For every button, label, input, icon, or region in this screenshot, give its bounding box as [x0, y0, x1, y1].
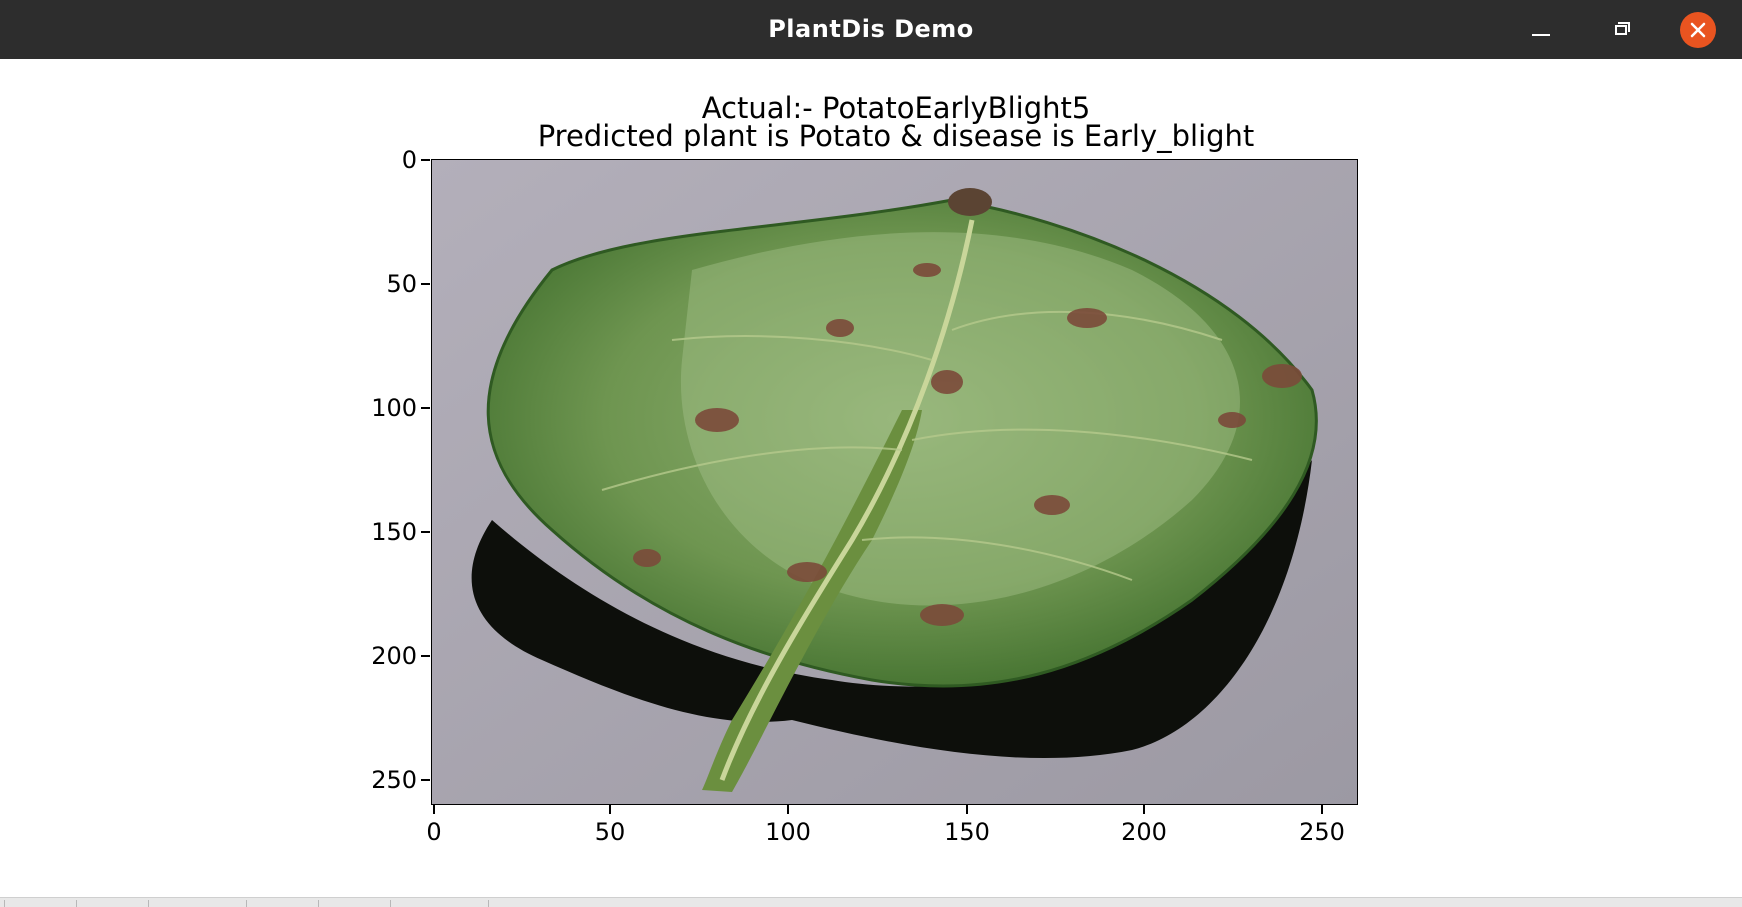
x-tick-label: 0 — [426, 818, 442, 846]
y-tick-mark — [421, 283, 430, 285]
figure-canvas: Actual:- PotatoEarlyBlight5 Predicted pl… — [0, 59, 1742, 899]
x-tick-label: 150 — [944, 818, 990, 846]
x-tick-mark — [609, 805, 611, 814]
y-tick-mark — [421, 407, 430, 409]
x-tick-mark — [433, 805, 435, 814]
y-tick-label: 50 — [386, 270, 417, 298]
close-button[interactable] — [1680, 12, 1716, 48]
x-tick-mark — [787, 805, 789, 814]
y-tick-mark — [421, 159, 430, 161]
x-tick-label: 50 — [594, 818, 626, 846]
close-icon — [1690, 22, 1706, 38]
x-tick-mark — [1143, 805, 1145, 814]
y-tick-mark — [421, 779, 430, 781]
minimize-button[interactable] — [1522, 12, 1558, 48]
x-tick-label: 250 — [1299, 818, 1345, 846]
x-tick-label: 100 — [765, 818, 811, 846]
maximize-button[interactable] — [1604, 12, 1640, 48]
x-tick-label: 200 — [1121, 818, 1167, 846]
y-tick-mark — [421, 655, 430, 657]
y-tick-label: 0 — [401, 146, 417, 174]
image-axes: 0 50 100 150 200 250 0 50 100 150 200 25… — [371, 148, 1358, 846]
y-tick-label: 150 — [371, 518, 417, 546]
y-tick-mark — [421, 531, 430, 533]
figure-title-predicted: Predicted plant is Potato & disease is E… — [537, 119, 1255, 153]
leaf-image-drawing — [432, 160, 1357, 804]
y-tick-label: 100 — [371, 394, 417, 422]
restore-icon-front — [1615, 25, 1627, 35]
leaf-image — [431, 159, 1358, 805]
y-tick-label: 200 — [371, 642, 417, 670]
window-titlebar: PlantDis Demo — [0, 0, 1742, 59]
y-tick-label: 250 — [371, 766, 417, 794]
x-tick-mark — [966, 805, 968, 814]
window-title: PlantDis Demo — [768, 15, 974, 43]
x-tick-mark — [1321, 805, 1323, 814]
minimize-icon — [1532, 34, 1550, 36]
